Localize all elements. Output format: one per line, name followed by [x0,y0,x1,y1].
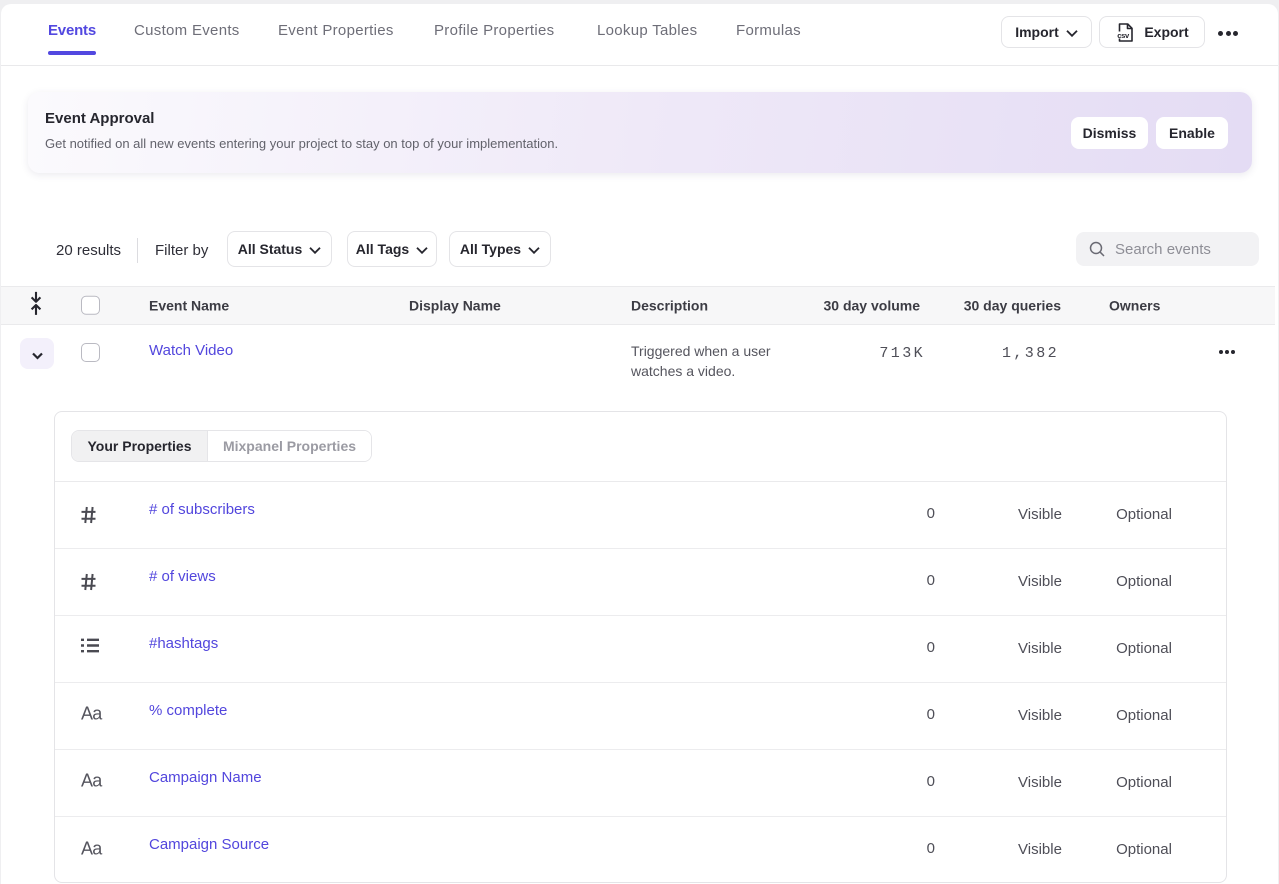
svg-text:csv: csv [1118,30,1131,39]
